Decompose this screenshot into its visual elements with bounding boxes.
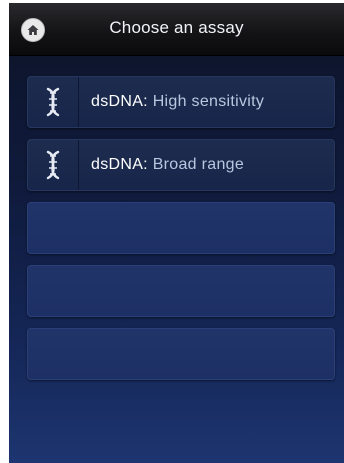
empty-assay-slot-3[interactable] [27,328,335,380]
assay-icon-cell [28,77,79,127]
assay-screen: Choose an assay dsDNA: High sensitivity [9,3,344,463]
assay-item-dsdna-broad-range[interactable]: dsDNA: Broad range [27,139,335,191]
assay-icon-cell [28,140,79,190]
dna-helix-icon [46,87,60,117]
page-title: Choose an assay [109,18,244,37]
header-bar: Choose an assay [9,3,344,56]
assay-variant: High sensitivity [152,93,265,110]
assay-name: dsDNA: [91,156,148,173]
assay-name: dsDNA: [91,93,148,110]
assay-variant: Broad range [152,156,245,173]
assay-list: dsDNA: High sensitivity dsDNA: Broad ran… [27,76,335,391]
dna-helix-icon [46,150,60,180]
assay-item-dsdna-high-sensitivity[interactable]: dsDNA: High sensitivity [27,76,335,128]
empty-assay-slot-2[interactable] [27,265,335,317]
assay-label: dsDNA: Broad range [79,156,244,174]
assay-label: dsDNA: High sensitivity [79,93,264,111]
empty-assay-slot-1[interactable] [27,202,335,254]
